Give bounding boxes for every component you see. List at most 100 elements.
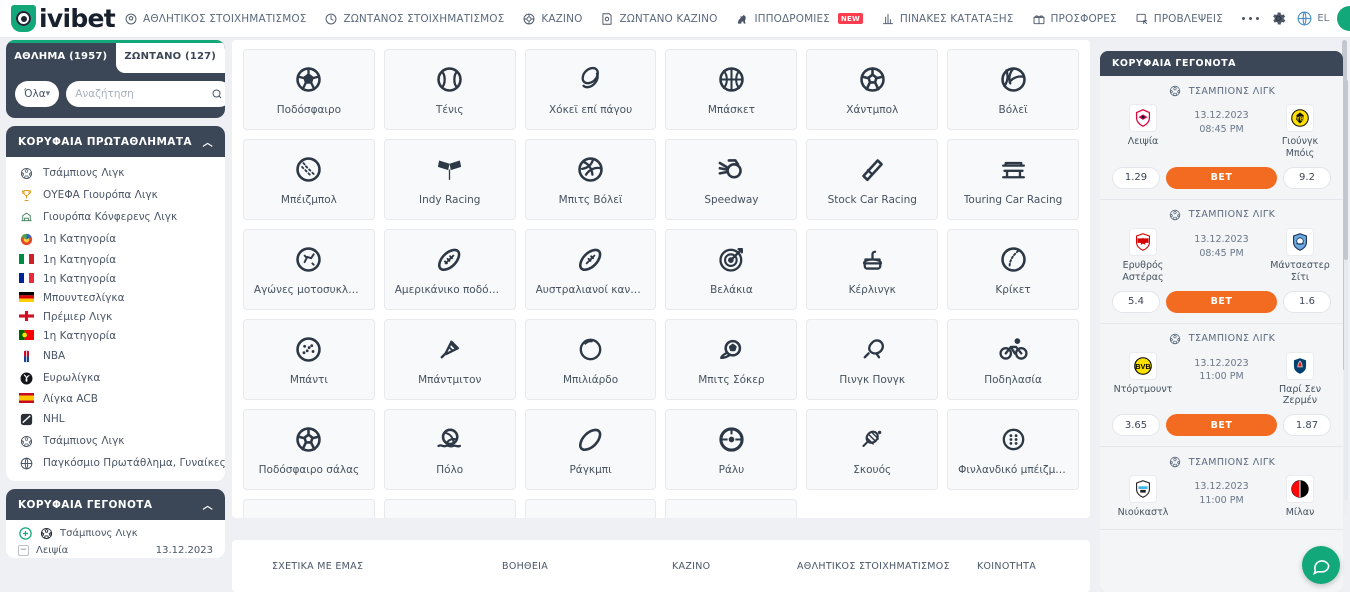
search-input[interactable] (75, 88, 208, 100)
nav-item-2[interactable]: ΚΑΖΙΝΟ (513, 0, 591, 38)
sport-card-25[interactable]: Πόλο (383, 409, 516, 490)
sport-card-5[interactable]: Βόλεϊ (947, 49, 1079, 130)
bet-button[interactable]: BET (1166, 166, 1277, 189)
sport-card-20[interactable]: Μπιλιάρδο (524, 319, 657, 400)
nav-item-4[interactable]: ΙΠΠΟΔΡΟΜΙΕΣ NEW (726, 0, 871, 38)
top-leagues-header[interactable]: ΚΟΡΥΦΑΙΑ ΠΡΩΤΑΘΛΗΜΑΤΑ ︿ (6, 126, 225, 157)
sport-card-3[interactable]: Μπάσκετ (665, 49, 798, 130)
plus-circle-icon[interactable] (18, 526, 33, 541)
sport-card-17[interactable]: Κρίκετ (947, 229, 1079, 310)
sport-card-4[interactable]: Χάντμπολ (806, 49, 939, 130)
league-row-5[interactable]: 1η Κατηγορία (6, 269, 225, 288)
chevron-up-icon: ︿ (202, 138, 213, 149)
footer-column-2[interactable]: ΚΑΖΙΝΟ (672, 561, 797, 572)
sport-card-26[interactable]: Ράγκμπι (524, 409, 657, 490)
league-row-13[interactable]: Τσάμπιονς Λιγκ (6, 430, 225, 452)
league-row-11[interactable]: Λίγκα ACB (6, 389, 225, 408)
league-row-2[interactable]: Γιουρόπα Κόνφερενς Λιγκ (6, 206, 225, 228)
sport-card-0[interactable]: Ποδόσφαιρο (243, 49, 375, 130)
sport-card-8[interactable]: Μπιτς Βόλεϊ (524, 139, 657, 220)
bet-button[interactable]: BET (1166, 414, 1277, 437)
collapse-icon[interactable]: − (18, 545, 29, 556)
nav-item-0[interactable]: ΑΘΛΗΤΙΚΟΣ ΣΤΟΙΧΗΜΑΤΙΣΜΟΣ (115, 0, 315, 38)
bet-button[interactable]: BET (1166, 290, 1277, 313)
sport-card-10[interactable]: Stock Car Racing (806, 139, 939, 220)
sport-card-13[interactable]: Αμερικάνικο ποδόσ... (383, 229, 516, 310)
sport-label: Μπάντμιτον (418, 373, 482, 386)
league-row-0[interactable]: Τσάμπιονς Λιγκ (6, 162, 225, 184)
sport-card-6[interactable]: Μπέιζμπολ (243, 139, 375, 220)
sport-card-28[interactable]: Σκουός (806, 409, 939, 490)
league-row-8[interactable]: 1η Κατηγορία (6, 326, 225, 345)
sport-card-12[interactable]: Αγώνες μοτοσυκλετ... (243, 229, 375, 310)
sport-filter-select[interactable]: Όλα ▾ (15, 81, 60, 107)
soccer-ball-icon (296, 66, 322, 92)
away-team-name: Μίλαν (1285, 507, 1315, 519)
league-row-14[interactable]: Παγκόσμιο Πρωτάθλημα, Γυναίκες (6, 452, 225, 474)
sport-card-9[interactable]: Speedway (665, 139, 798, 220)
brand-logo[interactable]: ivibet (0, 4, 116, 33)
sport-card-30[interactable] (243, 499, 375, 518)
nav-item-3[interactable]: ΖΩΝΤΑΝΟ ΚΑΖΙΝΟ (591, 0, 726, 38)
sport-card-22[interactable]: Πινγκ Πονγκ (806, 319, 939, 400)
away-odd-button[interactable]: 9.2 (1283, 166, 1331, 189)
nav-item-1[interactable]: ΖΩΝΤΑΝΟΣ ΣΤΟΙΧΗΜΑΤΙΣΜΟΣ (315, 0, 513, 38)
home-odd-button[interactable]: 3.65 (1112, 414, 1160, 437)
sport-card-21[interactable]: Μπιτς Σόκερ (665, 319, 798, 400)
event-body: Ερυθρός Αστέρας 13.12.2023 08:45 PM Μάντσεσ… (1112, 228, 1331, 284)
league-row-9[interactable]: NBA (6, 345, 225, 367)
nav-item-6[interactable]: ΠΡΟΣΦΟΡΕΣ (1023, 0, 1126, 38)
tab-sports[interactable]: ΑΘΛΗΜΑ (1957) (6, 40, 116, 73)
nav-item-5[interactable]: ΠΙΝΑΚΕΣ ΚΑΤΑΤΑΞΗΣ (872, 0, 1023, 38)
nav-item-label: ΚΑΖΙΝΟ (541, 12, 583, 25)
top-events-header-sidebar[interactable]: ΚΟΡΥΦΑΙΑ ΓΕΓΟΝΟΤΑ ︿ (6, 489, 225, 520)
sport-card-23[interactable]: Ποδηλασία (947, 319, 1079, 400)
league-row-12[interactable]: NHL (6, 408, 225, 430)
league-row-3[interactable]: 1η Κατηγορία (6, 228, 225, 250)
nav-more-button[interactable] (1232, 16, 1270, 21)
search-box[interactable] (66, 81, 225, 107)
sport-card-14[interactable]: Αυστραλιανοί κανόν... (524, 229, 657, 310)
sport-card-33[interactable] (665, 499, 798, 518)
sport-card-18[interactable]: Μπάντι (243, 319, 375, 400)
gear-icon[interactable] (1269, 10, 1287, 28)
sport-card-31[interactable] (383, 499, 516, 518)
sidebar-event-league-row[interactable]: Τσάμπιονς Λιγκ (6, 520, 225, 543)
home-odd-button[interactable]: 5.4 (1112, 290, 1160, 313)
sport-card-2[interactable]: Χόκεϊ επί πάγου (524, 49, 657, 130)
away-odd-button[interactable]: 1.87 (1283, 414, 1331, 437)
footer-column-3[interactable]: ΑΘΛΗΤΙΚΟΣ ΣΤΟΙΧΗΜΑΤΙΣΜΟΣ (797, 561, 977, 572)
league-row-6[interactable]: Μπουντεσλίγκα (6, 288, 225, 307)
sidebar-event-row[interactable]: − Λειψία 13.12.2023 (6, 543, 225, 558)
sport-card-16[interactable]: Κέρλινγκ (806, 229, 939, 310)
sport-card-32[interactable] (524, 499, 657, 518)
sport-card-11[interactable]: Touring Car Racing (947, 139, 1079, 220)
league-row-7[interactable]: Πρέμιερ Λιγκ (6, 307, 225, 326)
language-selector[interactable]: EL (1295, 10, 1329, 28)
league-row-10[interactable]: Ευρωλίγκα (6, 367, 225, 389)
tab-live[interactable]: ΖΩΝΤΑΝΟ (127) (115, 40, 225, 73)
rail-event-1[interactable]: ΤΣΑΜΠΙΟΝΣ ΛΙΓΚ Ερυθρός Αστέρας 13.12.2023 0… (1100, 200, 1343, 324)
sport-card-24[interactable]: Ποδόσφαιρο σάλας (243, 409, 375, 490)
sport-card-19[interactable]: Μπάντμιτον (383, 319, 516, 400)
sport-card-7[interactable]: Indy Racing (383, 139, 516, 220)
sport-card-1[interactable]: Τένις (383, 49, 516, 130)
rail-event-2[interactable]: ΤΣΑΜΠΙΟΝΣ ΛΙΓΚ BVB Ντόρτμουντ 13.12.2023 11:… (1100, 324, 1343, 448)
rail-scrollbar[interactable] (1344, 80, 1348, 500)
rail-event-3[interactable]: ΤΣΑΜΠΙΟΝΣ ΛΙΓΚ Νιούκαστλ 13.12.2023 11:00 P… (1100, 447, 1343, 531)
chat-button[interactable] (1302, 546, 1340, 584)
rail-event-0[interactable]: ΤΣΑΜΠΙΟΝΣ ΛΙΓΚ Λειψία 13.12.2023 08:45 PM YB… (1100, 76, 1343, 200)
footer-column-1[interactable]: ΒΟΗΘΕΙΑ (502, 561, 672, 572)
away-odd-button[interactable]: 1.6 (1283, 290, 1331, 313)
login-button[interactable]: ΣΥΝΔΕΣΗ (1337, 6, 1350, 31)
sport-card-15[interactable]: Βελάκια (665, 229, 798, 310)
league-row-1[interactable]: ΟΥΕΦΑ Γιουρόπα Λιγκ (6, 184, 225, 206)
sport-card-29[interactable]: Φινλανδικό μπέιζμπ... (947, 409, 1079, 490)
league-row-4[interactable]: 1η Κατηγορία (6, 250, 225, 269)
footer-column-0[interactable]: ΣΧΕΤΙΚΑ ΜΕ ΕΜΑΣ (272, 561, 502, 572)
nav-item-7[interactable]: ΠΡΟΒΛΕΨΕΙΣ (1126, 0, 1232, 38)
footer-column-4[interactable]: ΚΟΙΝΟΤΗΤΑ (977, 561, 1036, 572)
sport-card-27[interactable]: Ράλυ (665, 409, 798, 490)
home-odd-button[interactable]: 1.29 (1112, 166, 1160, 189)
main-nav: ΑΘΛΗΤΙΚΟΣ ΣΤΟΙΧΗΜΑΤΙΣΜΟΣ ΖΩΝΤΑΝΟΣ ΣΤΟΙΧΗΜ… (115, 0, 1269, 38)
